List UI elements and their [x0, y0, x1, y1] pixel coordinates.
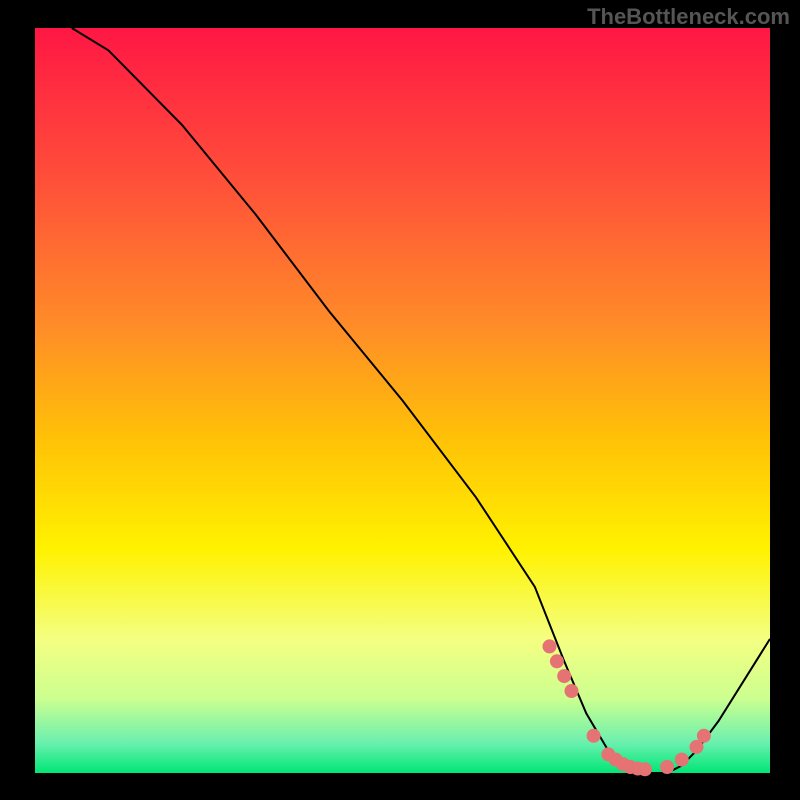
bottleneck-curve-chart	[0, 0, 800, 800]
chart-container: TheBottleneck.com	[0, 0, 800, 800]
data-marker	[660, 760, 674, 774]
data-marker	[543, 639, 557, 653]
data-marker	[638, 762, 652, 776]
watermark-text: TheBottleneck.com	[587, 4, 790, 30]
data-marker	[697, 729, 711, 743]
data-marker	[550, 654, 564, 668]
data-marker	[675, 753, 689, 767]
data-marker	[587, 729, 601, 743]
data-marker	[557, 669, 571, 683]
data-marker	[565, 684, 579, 698]
